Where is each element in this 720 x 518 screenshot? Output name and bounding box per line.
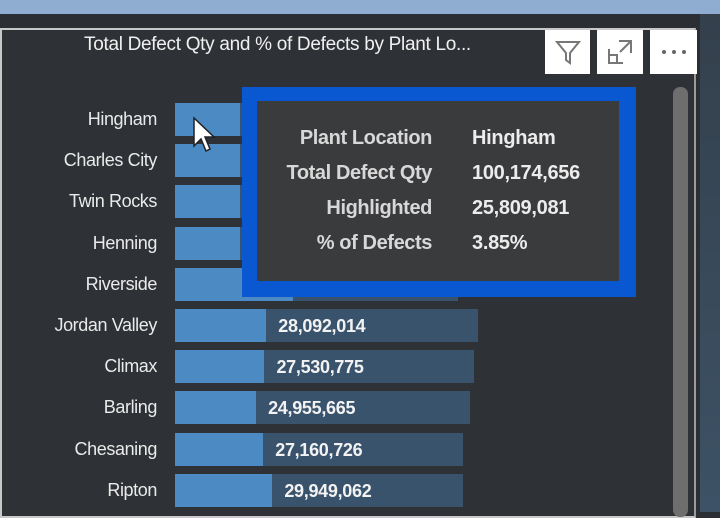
vertical-scrollbar[interactable]	[673, 87, 688, 517]
bar-highlighted[interactable]	[175, 391, 257, 425]
tooltip-body: Plant Location Hingham Total Defect Qty …	[257, 101, 619, 281]
tooltip: Plant Location Hingham Total Defect Qty …	[242, 87, 636, 297]
right-panel-edge	[700, 14, 720, 512]
chart-title: Total Defect Qty and % of Defects by Pla…	[84, 34, 471, 55]
tooltip-value: 25,809,081	[472, 197, 570, 219]
tooltip-key: Plant Location	[299, 127, 433, 149]
filter-icon	[554, 41, 581, 65]
mouse-cursor-icon	[193, 116, 216, 153]
category-label: Ripton	[107, 479, 157, 500]
category-label: Chesaning	[74, 438, 158, 459]
tooltip-key: Total Defect Qty	[286, 162, 433, 184]
data-label: 24,955,665	[268, 398, 356, 419]
bar-highlighted[interactable]	[175, 309, 267, 342]
tooltip-key: Highlighted	[326, 197, 432, 219]
category-label: Twin Rocks	[68, 191, 157, 212]
more-options-icon	[661, 50, 686, 54]
data-label: 27,160,726	[275, 439, 363, 460]
category-label: Barling	[103, 397, 158, 418]
focus-mode-icon	[608, 40, 632, 64]
category-label: Jordan Valley	[54, 315, 157, 335]
more-options-button[interactable]	[650, 30, 697, 74]
tooltip-key: % of Defects	[316, 232, 433, 254]
bar-highlighted[interactable]	[175, 473, 273, 507]
focus-mode-button[interactable]	[597, 30, 643, 74]
bar-highlighted[interactable]	[175, 226, 240, 260]
bar-highlighted[interactable]	[175, 350, 265, 384]
category-label: Hingham	[87, 109, 158, 129]
category-label: Climax	[104, 356, 157, 377]
filter-button[interactable]	[545, 30, 590, 74]
tooltip-value: Hingham	[472, 127, 556, 149]
data-label: 27,530,775	[276, 357, 364, 378]
tooltip-value: 100,174,656	[472, 162, 580, 184]
category-label: Charles City	[63, 150, 158, 171]
top-bar	[0, 0, 720, 14]
bar-highlighted[interactable]	[175, 185, 240, 219]
data-label: 29,949,062	[284, 480, 372, 501]
data-label: 28,092,014	[278, 316, 366, 336]
bar-highlighted[interactable]	[175, 432, 264, 466]
category-label: Henning	[92, 232, 158, 253]
category-label: Riverside	[85, 273, 158, 294]
tooltip-value: 3.85%	[472, 232, 528, 254]
